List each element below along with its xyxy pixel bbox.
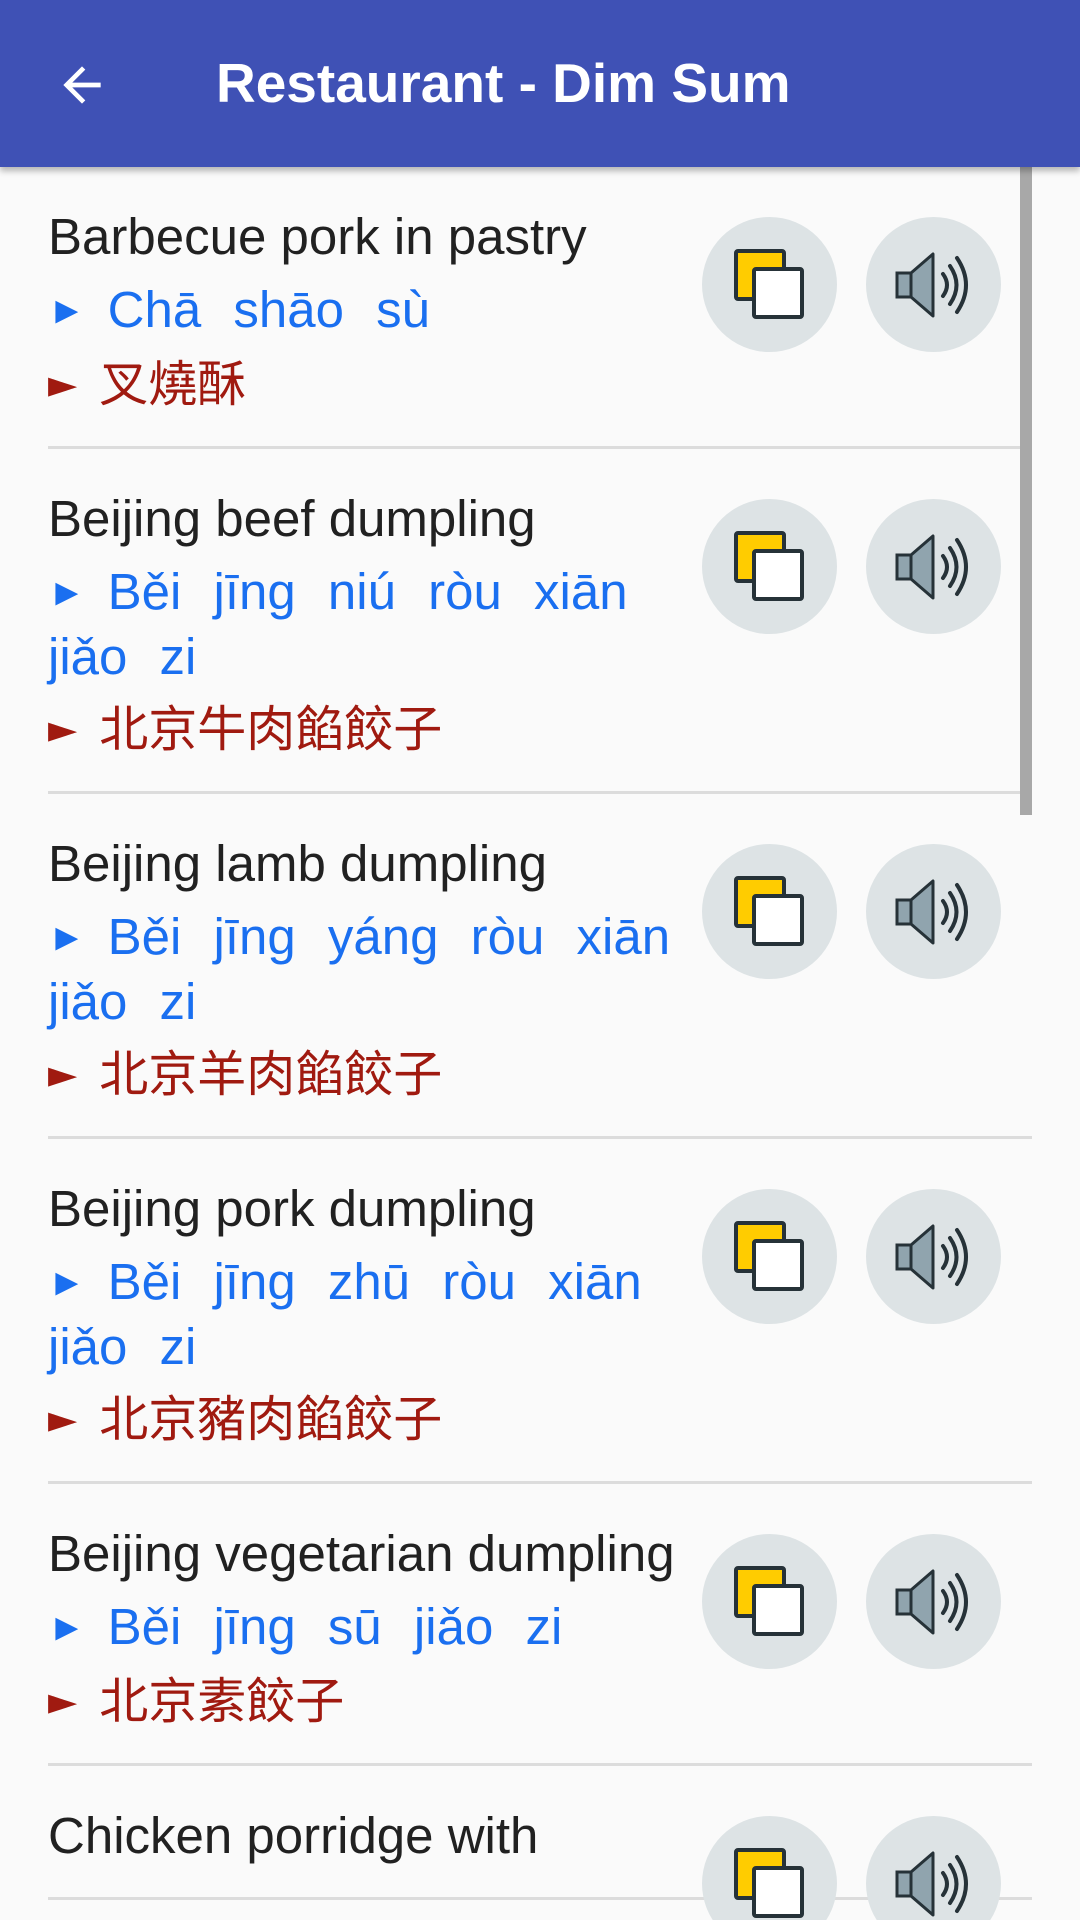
play-marker-icon: ► [48,362,78,406]
pinyin-text: Běi jīng yáng ròu xiān jiǎo zi [48,908,671,1030]
play-marker-icon: ► [48,1262,86,1304]
chinese-text: 北京羊肉餡餃子 [99,1046,443,1103]
scrollbar[interactable] [1020,167,1032,815]
phrase-text: Barbecue pork in pastry ► Chā shāo sù ► 叉燒… [48,167,678,446]
copy-icon [733,530,804,601]
copy-button[interactable] [702,1189,837,1324]
phrase-text: Beijing lamb dumpling ► Běi jīng yáng ròu… [48,794,678,1136]
pinyin-line: ► Chā shāo sù [48,278,678,343]
copy-button[interactable] [702,499,837,634]
app-screen: Restaurant - Dim Sum Barbecue pork in pa… [0,0,1080,1920]
phrase-text: Beijing pork dumpling ► Běi jīng zhū ròu … [48,1139,678,1481]
english-phrase: Chicken porridge with [48,1807,539,1864]
speaker-icon [895,1224,968,1289]
pinyin-line: ► Běi jīng yáng ròu xiān jiǎo zi [48,905,678,1033]
pinyin-text: Chā shāo sù [107,281,430,338]
phrase-item: Beijing lamb dumpling ► Běi jīng yáng ròu… [48,794,1032,1139]
pinyin-text: Běi jīng niú ròu xiān jiǎo zi [48,563,628,685]
speak-button[interactable] [866,844,1001,979]
speak-button[interactable] [866,1816,1001,1920]
phrase-text: Beijing beef dumpling ► Běi jīng niú ròu … [48,449,678,791]
copy-button[interactable] [702,217,837,352]
arrow-back-icon [63,66,101,104]
chinese-line: ► 北京牛肉餡餃子 [48,698,678,761]
chinese-line: ► 叉燒酥 [48,353,678,416]
english-phrase: Beijing beef dumpling [48,490,536,547]
play-marker-icon: ► [48,290,86,332]
speaker-icon [895,534,968,599]
speak-button[interactable] [866,1189,1001,1324]
play-marker-icon: ► [48,1052,78,1096]
phrase-item: Beijing vegetarian dumpling ► Běi jīng sū… [48,1484,1032,1766]
chinese-text: 北京素餃子 [99,1673,345,1730]
pinyin-line: ► Běi jīng niú ròu xiān jiǎo zi [48,560,678,688]
chinese-line: ► 北京素餃子 [48,1670,678,1733]
phrase-list[interactable]: Barbecue pork in pastry ► Chā shāo sù ► 叉燒… [0,167,1080,1920]
copy-icon [733,1565,804,1636]
phrase-item: Barbecue pork in pastry ► Chā shāo sù ► 叉燒… [48,167,1032,449]
phrase-item: Beijing beef dumpling ► Běi jīng niú ròu … [48,449,1032,794]
phrase-item: Beijing pork dumpling ► Běi jīng zhū ròu … [48,1139,1032,1484]
english-phrase: Beijing vegetarian dumpling [48,1525,675,1582]
phrase-text: Chicken porridge with [48,1766,678,1897]
play-marker-icon: ► [48,1397,78,1441]
pinyin-line: ► Běi jīng zhū ròu xiān jiǎo zi [48,1250,678,1378]
phrase-item: Chicken porridge with [48,1766,1032,1920]
english-phrase: Beijing pork dumpling [48,1180,536,1237]
play-marker-icon: ► [48,572,86,614]
speaker-icon [895,1569,968,1634]
copy-icon [733,1847,804,1918]
speak-button[interactable] [866,217,1001,352]
app-bar: Restaurant - Dim Sum [0,0,1080,167]
pinyin-line: ► Běi jīng sū jiǎo zi [48,1595,678,1660]
speak-button[interactable] [866,1534,1001,1669]
play-marker-icon: ► [48,1679,78,1723]
phrase-text: Beijing vegetarian dumpling ► Běi jīng sū… [48,1484,678,1763]
english-phrase: Barbecue pork in pastry [48,208,587,265]
play-marker-icon: ► [48,917,86,959]
copy-icon [733,875,804,946]
chinese-text: 北京牛肉餡餃子 [99,701,443,758]
speaker-icon [895,252,968,317]
play-marker-icon: ► [48,1607,86,1649]
copy-button[interactable] [702,844,837,979]
speak-button[interactable] [866,499,1001,634]
chinese-text: 叉燒酥 [99,356,247,413]
chinese-line: ► 北京羊肉餡餃子 [48,1043,678,1106]
back-button[interactable] [40,43,124,127]
page-title: Restaurant - Dim Sum [216,52,791,114]
copy-icon [733,248,804,319]
chinese-line: ► 北京豬肉餡餃子 [48,1388,678,1451]
chinese-text: 北京豬肉餡餃子 [99,1391,443,1448]
speaker-icon [895,1851,968,1916]
english-phrase: Beijing lamb dumpling [48,835,547,892]
copy-button[interactable] [702,1534,837,1669]
pinyin-text: Běi jīng sū jiǎo zi [107,1598,563,1655]
copy-icon [733,1220,804,1291]
play-marker-icon: ► [48,707,78,751]
pinyin-text: Běi jīng zhū ròu xiān jiǎo zi [48,1253,642,1375]
speaker-icon [895,879,968,944]
copy-button[interactable] [702,1816,837,1920]
